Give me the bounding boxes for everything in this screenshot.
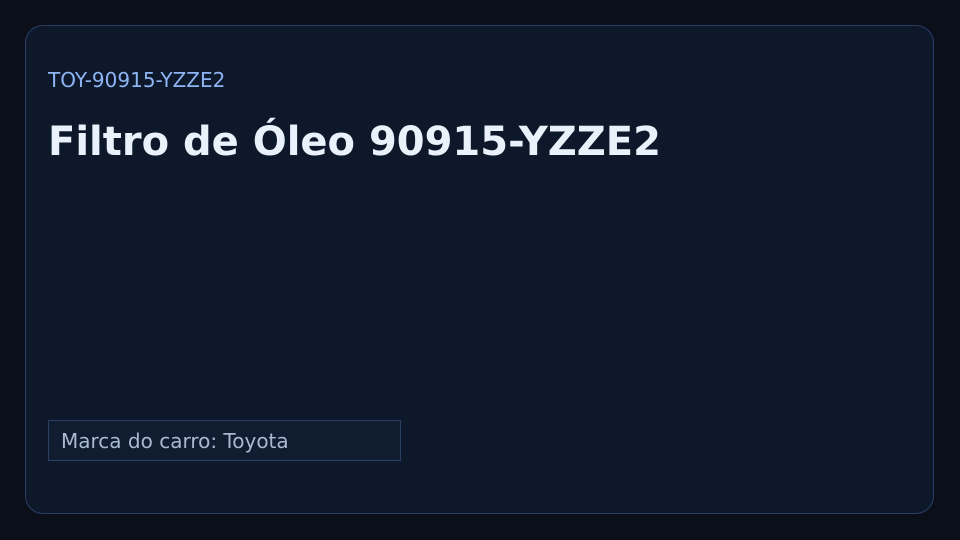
brand-info-box: Marca do carro: Toyota [48, 420, 401, 461]
product-card: TOY-90915-YZZE2 Filtro de Óleo 90915-YZZ… [25, 25, 934, 514]
brand-label: Marca do carro: Toyota [61, 428, 289, 453]
product-title: Filtro de Óleo 90915-YZZE2 [48, 119, 661, 165]
product-sku: TOY-90915-YZZE2 [48, 68, 226, 92]
